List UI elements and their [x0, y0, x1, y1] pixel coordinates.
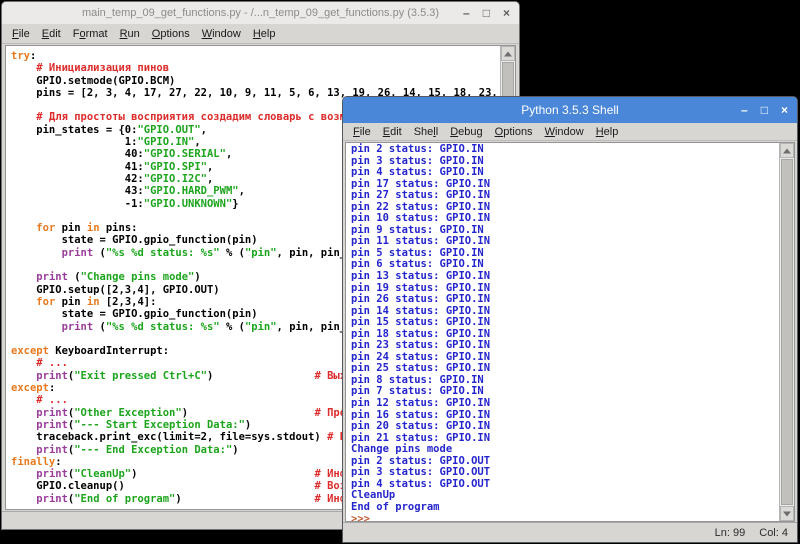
menu-item-file[interactable]: File	[6, 26, 36, 42]
menu-item-debug[interactable]: Debug	[444, 124, 488, 140]
status-line-number: Ln: 99	[715, 527, 746, 539]
shell-titlebar[interactable]: Python 3.5.3 Shell – □ ×	[343, 97, 797, 123]
scroll-up-icon[interactable]	[501, 46, 515, 61]
menu-item-window[interactable]: Window	[196, 26, 247, 42]
menu-item-options[interactable]: Options	[489, 124, 539, 140]
code-line: # Инициализация пинов	[11, 62, 499, 74]
minimize-icon[interactable]: –	[741, 104, 748, 116]
shell-output-line: pin 26 status: GPIO.IN	[351, 294, 778, 306]
editor-window-title: main_temp_09_get_functions.py - /...n_te…	[82, 7, 439, 19]
shell-window: Python 3.5.3 Shell – □ × FileEditShellDe…	[342, 96, 798, 543]
scroll-down-icon[interactable]	[780, 506, 794, 521]
shell-window-controls: – □ ×	[741, 97, 788, 123]
menu-item-help[interactable]: Help	[590, 124, 625, 140]
editor-titlebar[interactable]: main_temp_09_get_functions.py - /...n_te…	[2, 2, 519, 24]
shell-text-area[interactable]: pin 2 status: GPIO.INpin 3 status: GPIO.…	[345, 142, 795, 522]
status-column-number: Col: 4	[759, 527, 788, 539]
editor-window-controls: – □ ×	[463, 2, 510, 24]
menu-item-run[interactable]: Run	[114, 26, 146, 42]
shell-menubar: FileEditShellDebugOptionsWindowHelp	[343, 123, 797, 141]
shell-output-line: pin 20 status: GPIO.IN	[351, 421, 778, 433]
menu-item-format[interactable]: Format	[67, 26, 114, 42]
shell-output-line: pin 12 status: GPIO.IN	[351, 398, 778, 410]
shell-output-line: pin 2 status: GPIO.IN	[351, 144, 778, 156]
editor-menubar: FileEditFormatRunOptionsWindowHelp	[2, 24, 519, 44]
menu-item-file[interactable]: File	[347, 124, 377, 140]
maximize-icon[interactable]: □	[761, 104, 768, 116]
shell-output-line: pin 4 status: GPIO.OUT	[351, 479, 778, 491]
shell-output-line: pin 4 status: GPIO.IN	[351, 167, 778, 179]
shell-scrollbar[interactable]	[779, 143, 794, 521]
shell-statusbar: Ln: 99 Col: 4	[343, 522, 797, 542]
close-icon[interactable]: ×	[503, 7, 510, 19]
code-line: GPIO.setmode(GPIO.BCM)	[11, 75, 499, 87]
shell-window-title: Python 3.5.3 Shell	[521, 103, 618, 117]
shell-output-line: pin 27 status: GPIO.IN	[351, 190, 778, 202]
scroll-up-icon[interactable]	[780, 143, 794, 158]
close-icon[interactable]: ×	[781, 104, 788, 116]
menu-item-window[interactable]: Window	[539, 124, 590, 140]
shell-output: pin 2 status: GPIO.INpin 3 status: GPIO.…	[351, 144, 778, 522]
shell-scrollbar-thumb[interactable]	[781, 159, 793, 505]
menu-item-edit[interactable]: Edit	[36, 26, 67, 42]
shell-output-line: pin 13 status: GPIO.IN	[351, 271, 778, 283]
menu-item-shell[interactable]: Shell	[408, 124, 444, 140]
minimize-icon[interactable]: –	[463, 7, 470, 19]
menu-item-edit[interactable]: Edit	[377, 124, 408, 140]
menu-item-options[interactable]: Options	[146, 26, 196, 42]
maximize-icon[interactable]: □	[483, 7, 490, 19]
menu-item-help[interactable]: Help	[247, 26, 282, 42]
shell-output-line: End of program	[351, 502, 778, 514]
code-line: try:	[11, 50, 499, 62]
shell-prompt: >>>	[351, 514, 778, 523]
